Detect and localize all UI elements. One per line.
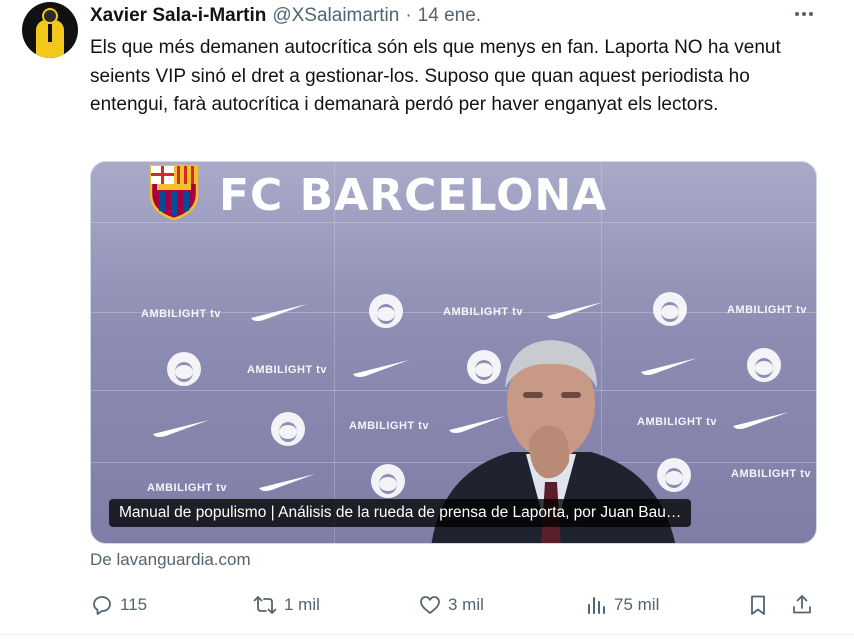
sponsor-label: AMBILIGHT tv [247,364,327,376]
reply-count: 115 [120,595,148,614]
tweet-text: Els que més demanen autocrítica són els … [90,37,781,115]
bookmark-icon [751,595,765,615]
repost-button[interactable]: 1 mil [252,590,320,620]
repost-icon [253,596,277,614]
link-card-image[interactable]: FC BARCELONA AMBILIGHT tv AMBILIGHT tv A… [90,161,817,544]
sponsor-logo-icon [747,348,781,382]
avatar[interactable] [22,2,78,58]
nike-swoosh-icon [259,474,315,491]
share-icon [793,595,811,614]
link-card-caption[interactable]: Manual de populismo | Análisis de la rue… [109,499,692,527]
nike-swoosh-icon [733,412,789,429]
reply-button[interactable]: 115 [90,590,147,620]
views-count: 75 mil [614,595,660,614]
nike-swoosh-icon [353,360,409,377]
nike-swoosh-icon [547,302,603,319]
like-count: 3 mil [448,595,484,614]
sponsor-label: AMBILIGHT tv [731,468,811,480]
sponsor-label: AMBILIGHT tv [443,306,523,318]
sponsor-label: AMBILIGHT tv [141,308,221,320]
bookmark-button[interactable] [746,590,770,620]
tweet: Xavier Sala-i-Martin @XSalaimartin · 14 … [0,0,854,640]
like-button[interactable]: 3 mil [418,590,484,620]
sponsor-logo-icon [653,292,687,326]
link-source[interactable]: De lavanguardia.com [90,550,251,570]
sponsor-label: AMBILIGHT tv [349,420,429,432]
author-handle[interactable]: @XSalaimartin [272,5,399,27]
sponsor-label: AMBILIGHT tv [147,482,227,494]
author-name[interactable]: Xavier Sala-i-Martin [90,5,266,27]
share-button[interactable] [790,590,814,620]
sponsor-logo-icon [271,412,305,446]
tweet-date[interactable]: 14 ene. [418,5,481,27]
reply-icon [93,596,111,615]
tweet-header: Xavier Sala-i-Martin @XSalaimartin · 14 … [90,3,481,29]
sponsor-logo-icon [371,464,405,498]
views-icon [588,597,605,614]
fcb-crest-icon [149,164,199,220]
heart-icon [420,596,440,614]
backdrop-title: FC BARCELONA [219,170,608,221]
more-horizontal-icon[interactable] [790,4,818,24]
repost-count: 1 mil [284,595,320,614]
sponsor-logo-icon [369,294,403,328]
tweet-divider [0,634,854,635]
nike-swoosh-icon [153,420,209,437]
views-button[interactable]: 75 mil [584,590,659,620]
sponsor-logo-icon [167,352,201,386]
nike-swoosh-icon [251,304,307,321]
header-separator: · [405,5,412,26]
tweet-actions: 115 1 mil 3 mil 75 mil [90,590,825,620]
sponsor-label: AMBILIGHT tv [727,304,807,316]
